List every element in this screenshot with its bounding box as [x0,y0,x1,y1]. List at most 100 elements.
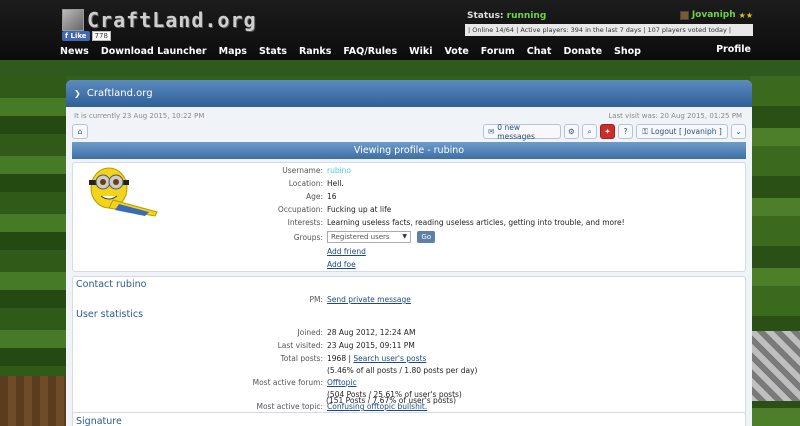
nav-profile[interactable]: Profile [716,44,751,55]
nav-download-launcher[interactable]: Download Launcher [95,46,213,57]
site-header: CraftLand.org f Like 778 Status: running… [0,0,800,60]
gear-icon: ⚙ [568,127,575,136]
help-button[interactable]: ? [618,124,633,139]
pm-label: PM: [309,295,323,304]
joined-row: Joined: 28 Aug 2012, 12:24 AM [73,328,415,337]
total-posts-label: Total posts: [280,354,323,363]
location-value: Hell. [327,179,344,188]
add-friend-link[interactable]: Add friend [327,247,366,256]
occupation-value: Fucking up at life [327,205,392,214]
total-posts-detail: (5.46% of all posts / 1.80 posts per day… [327,366,478,375]
current-time: It is currently 23 Aug 2015, 10:22 PM [74,112,205,120]
signature-box: Signature [72,412,746,426]
nav-chat[interactable]: Chat [521,46,558,57]
groups-selected-value: Registered users [331,233,390,241]
dropdown-caret-icon: ▼ [402,233,407,240]
groups-go-button[interactable]: Go [417,231,436,243]
username-value: rubino [327,166,352,175]
total-posts-row: Total posts: 1968 | Search user's posts [73,354,426,363]
panel-site-name[interactable]: Craftland.org [87,88,153,99]
active-forum-link[interactable]: Offtopic [327,378,357,387]
messages-label: 0 new messages [497,122,535,141]
occupation-row: Occupation: Fucking up at life [73,205,392,214]
age-value: 16 [327,192,337,201]
nav-faq-rules[interactable]: FAQ/Rules [337,46,403,57]
forum-panel: ❯ Craftland.org It is currently 23 Aug 2… [66,80,752,426]
facebook-like-count: 778 [91,31,111,41]
location-label: Location: [288,179,323,188]
last-visited-row: Last visited: 23 Aug 2015, 09:11 PM [73,341,415,350]
server-status: Status: running Jovaniph ★★ | Online 14/… [465,8,753,38]
facebook-like-button[interactable]: f Like [62,31,90,41]
messages-button[interactable]: ✉ 0 new messages [483,122,561,141]
last-visit: Last visit was: 20 Aug 2015, 01:25 PM [608,112,742,120]
nav-news[interactable]: News [54,46,95,57]
interests-row: Interests: Learning useless facts, readi… [73,218,625,227]
key-icon: ⚿ [642,126,648,136]
pm-row: PM: Send private message [73,295,411,304]
groups-select[interactable]: Registered users ▼ [327,231,411,243]
interests-label: Interests: [287,218,323,227]
nav-donate[interactable]: Donate [557,46,608,57]
settings-button[interactable]: ⚙ [564,124,579,139]
notifications-button[interactable]: ✦ [600,124,615,139]
facebook-f-icon: f [65,32,69,40]
status-label: Status: [467,11,504,21]
current-user[interactable]: Jovaniph ★★ [679,10,753,20]
active-forum-label: Most active forum: [252,378,323,387]
search-button[interactable]: ⌕ [582,124,597,139]
groups-row: Groups: Registered users ▼ Go [73,231,436,245]
user-avatar-icon [679,10,689,20]
active-topic-detail-row: (151 Posts / 7.67% of user's posts) [72,396,456,405]
send-pm-link[interactable]: Send private message [327,295,411,304]
help-icon: ? [623,127,628,136]
age-row: Age: 16 [73,192,337,201]
background-dirt [0,376,66,426]
joined-value: 28 Aug 2012, 12:24 AM [327,328,416,337]
status-value: running [506,11,547,21]
home-button[interactable]: ⌂ [72,124,88,139]
online-strip: | Online 14/64 | Active players: 394 in … [465,24,753,36]
panel-header: ❯ Craftland.org [66,80,752,107]
collapse-button[interactable]: ⌄ [731,124,746,139]
add-foe-row: Add foe [73,260,356,269]
nav-forum[interactable]: Forum [475,46,521,57]
search-icon: ⌕ [587,126,592,136]
facebook-like-label: Like [70,32,87,40]
status-line: Status: running [467,11,546,21]
facebook-like: f Like 778 [62,31,111,41]
location-row: Location: Hell. [73,179,344,188]
search-user-posts-link[interactable]: Search user's posts [353,354,426,363]
background-tiles-left [0,76,66,426]
envelope-icon: ✉ [488,127,495,136]
nav-maps[interactable]: Maps [213,46,253,57]
nav-stats[interactable]: Stats [253,46,293,57]
page-title: Viewing profile - rubino [72,142,746,159]
logout-button[interactable]: ⚿ Logout [ Jovaniph ] [636,124,728,139]
occupation-label: Occupation: [277,205,323,214]
main-nav: News Download Launcher Maps Stats Ranks … [0,43,800,59]
interests-value: Learning useless facts, reading useless … [327,218,625,227]
nav-wiki[interactable]: Wiki [403,46,438,57]
nav-ranks[interactable]: Ranks [293,46,337,57]
groups-label: Groups: [293,233,323,242]
add-foe-link[interactable]: Add foe [327,260,356,269]
username-label: Username: [282,166,323,175]
logo-cube-icon [62,9,84,31]
profile-details: Username: rubino Location: Hell. Age: 16… [72,162,746,272]
forum-toolbar: ⌂ ✉ 0 new messages ⚙ ⌕ ✦ ? ⚿ Logout [ Jo… [72,122,746,141]
age-label: Age: [305,192,323,201]
joined-label: Joined: [297,328,323,337]
total-posts-detail-row: (5.46% of all posts / 1.80 posts per day… [73,366,477,375]
nav-shop[interactable]: Shop [608,46,647,57]
logout-label: Logout [ Jovaniph ] [650,127,722,136]
background-stone [750,331,800,401]
nav-vote[interactable]: Vote [438,46,474,57]
chevron-down-icon: ⌄ [735,127,742,136]
stats-title: User statistics [76,309,144,320]
site-logo[interactable]: CraftLand.org [62,8,257,32]
alert-icon: ✦ [604,127,611,136]
contact-title: Contact rubino [76,279,147,290]
total-posts-value: 1968 | [327,354,351,363]
last-visited-value: 23 Aug 2015, 09:11 PM [327,341,415,350]
